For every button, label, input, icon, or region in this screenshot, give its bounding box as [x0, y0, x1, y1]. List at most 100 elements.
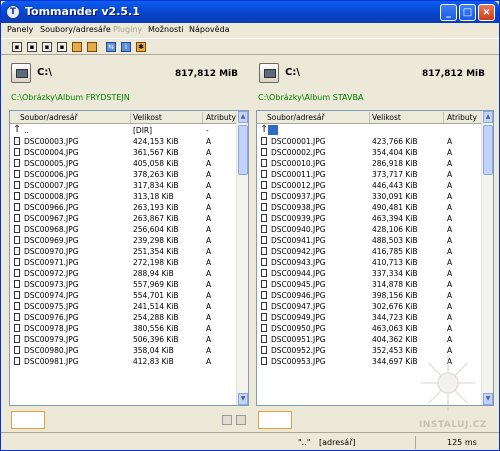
- table-row[interactable]: DSC00950.JPG 463,063 KiB A: [257, 323, 481, 334]
- settings-icon[interactable]: ✱: [136, 42, 146, 52]
- table-row[interactable]: DSC00969.JPG 239,298 KiB A: [10, 235, 236, 246]
- left-scrollbar[interactable]: ▲ ▼: [236, 111, 248, 405]
- table-row[interactable]: DSC00001.JPG 423,766 KiB A: [257, 136, 481, 147]
- table-row[interactable]: DSC00941.JPG 488,503 KiB A: [257, 235, 481, 246]
- table-row[interactable]: DSC00008.JPG 313,18 KiB A: [10, 191, 236, 202]
- right-col-name[interactable]: Soubor/adresář: [267, 113, 325, 122]
- file-name: DSC00949.JPG: [271, 313, 326, 322]
- close-button[interactable]: ×: [478, 4, 495, 21]
- menu-soubory[interactable]: Soubory/adresáře: [40, 25, 111, 34]
- table-row[interactable]: DSC00006.JPG 378,263 KiB A: [10, 169, 236, 180]
- table-row[interactable]: DSC00007.JPG 317,834 KiB A: [10, 180, 236, 191]
- save-icon[interactable]: ▪: [12, 42, 22, 52]
- table-row[interactable]: DSC00973.JPG 557,969 KiB A: [10, 279, 236, 290]
- table-row[interactable]: DSC00937.JPG 330,091 KiB A: [257, 191, 481, 202]
- file-attr: A: [447, 313, 453, 322]
- table-row[interactable]: DSC00979.JPG 506,396 KiB A: [10, 334, 236, 345]
- folder-icon[interactable]: [72, 42, 82, 52]
- table-row[interactable]: DSC00975.JPG 241,514 KiB A: [10, 301, 236, 312]
- right-command-input[interactable]: [258, 411, 292, 429]
- table-row[interactable]: DSC00944.JPG 337,334 KiB A: [257, 268, 481, 279]
- left-col-attr[interactable]: Atributy: [206, 113, 236, 122]
- folder-icon[interactable]: [87, 42, 97, 52]
- right-path: C:\Obrázky\Album STAVBA: [258, 93, 364, 102]
- left-scroll-thumb[interactable]: [238, 125, 248, 175]
- table-row[interactable]: ↑: [257, 125, 481, 136]
- left-col-name[interactable]: Soubor/adresář: [20, 113, 78, 122]
- table-row[interactable]: DSC00942.JPG 416,785 KiB A: [257, 246, 481, 257]
- table-row[interactable]: DSC00981.JPG 412,83 KiB A: [10, 356, 236, 367]
- menu-moznosti[interactable]: Možnosti: [148, 25, 184, 34]
- column-separator[interactable]: [130, 112, 131, 123]
- table-row[interactable]: DSC00966.JPG 263,193 KiB A: [10, 202, 236, 213]
- table-row[interactable]: DSC00951.JPG 404,362 KiB A: [257, 334, 481, 345]
- table-row[interactable]: DSC00002.JPG 354,404 KiB A: [257, 147, 481, 158]
- right-drive-button[interactable]: [259, 63, 279, 83]
- table-row[interactable]: ↑.. [DIR] -: [10, 125, 236, 136]
- menu-bar: Panely Soubory/adresáře Pluginy Možnosti…: [1, 23, 499, 37]
- file-name: DSC00967.JPG: [24, 214, 79, 223]
- file-name: DSC00971.JPG: [24, 258, 79, 267]
- table-row[interactable]: DSC00012.JPG 446,443 KiB A: [257, 180, 481, 191]
- file-attr: A: [206, 280, 212, 289]
- table-row[interactable]: DSC00938.JPG 490,481 KiB A: [257, 202, 481, 213]
- table-row[interactable]: DSC00943.JPG 410,713 KiB A: [257, 257, 481, 268]
- column-separator[interactable]: [202, 112, 203, 123]
- left-col-size[interactable]: Velikost: [133, 113, 162, 122]
- table-row[interactable]: DSC00004.JPG 361,567 KiB A: [10, 147, 236, 158]
- table-row[interactable]: DSC00967.JPG 263,867 KiB A: [10, 213, 236, 224]
- file-icon: [14, 335, 20, 343]
- file-size: 424,153 KiB: [133, 137, 179, 146]
- right-scroll-thumb[interactable]: [483, 125, 493, 175]
- left-command-input[interactable]: [11, 411, 45, 429]
- menu-napoveda[interactable]: Nápověda: [189, 25, 230, 34]
- info-icon[interactable]: i: [121, 42, 131, 52]
- table-row[interactable]: DSC00976.JPG 254,288 KiB A: [10, 312, 236, 323]
- table-row[interactable]: DSC00970.JPG 251,354 KiB A: [10, 246, 236, 257]
- save-icon[interactable]: ▪: [57, 42, 67, 52]
- table-row[interactable]: DSC00003.JPG 424,153 KiB A: [10, 136, 236, 147]
- right-col-size[interactable]: Velikost: [372, 113, 401, 122]
- delete-icon[interactable]: [236, 415, 246, 425]
- table-row[interactable]: DSC00939.JPG 463,394 KiB A: [257, 213, 481, 224]
- table-row[interactable]: DSC00980.JPG 358,04 KiB A: [10, 345, 236, 356]
- table-row[interactable]: DSC00011.JPG 373,717 KiB A: [257, 169, 481, 180]
- table-row[interactable]: DSC00945.JPG 314,878 KiB A: [257, 279, 481, 290]
- file-icon: [14, 280, 20, 288]
- save-icon[interactable]: ▪: [27, 42, 37, 52]
- table-row[interactable]: DSC00947.JPG 302,676 KiB A: [257, 301, 481, 312]
- hdd-icon: [16, 69, 28, 78]
- file-name: DSC00005.JPG: [24, 159, 79, 168]
- left-drive-button[interactable]: [11, 63, 31, 83]
- file-icon: [261, 258, 267, 266]
- file-attr: A: [447, 280, 453, 289]
- table-row[interactable]: DSC00005.JPG 405,058 KiB A: [10, 158, 236, 169]
- maximize-button[interactable]: □: [459, 4, 476, 21]
- right-col-attr[interactable]: Atributy: [447, 113, 477, 122]
- title-bar[interactable]: T Tommander v2.5.1 _ □ ×: [1, 1, 499, 23]
- menu-panely[interactable]: Panely: [7, 25, 33, 34]
- right-free-space: 817,812 MiB: [421, 69, 485, 79]
- save-icon[interactable]: ▪: [42, 42, 52, 52]
- scroll-down-arrow[interactable]: ▼: [238, 393, 248, 405]
- table-row[interactable]: DSC00971.JPG 272,198 KiB A: [10, 257, 236, 268]
- status-bar: ".." [adresář] 125 ms: [1, 432, 499, 450]
- copy-icon[interactable]: ⇆: [106, 42, 116, 52]
- table-row[interactable]: DSC00974.JPG 554,701 KiB A: [10, 290, 236, 301]
- copy-icon[interactable]: [222, 415, 232, 425]
- column-separator[interactable]: [369, 112, 370, 123]
- left-file-list[interactable]: Soubor/adresář Velikost Atributy ↑.. [DIR…: [9, 110, 249, 406]
- table-row[interactable]: DSC00010.JPG 286,918 KiB A: [257, 158, 481, 169]
- table-row[interactable]: DSC00978.JPG 380,556 KiB A: [10, 323, 236, 334]
- table-row[interactable]: DSC00968.JPG 256,604 KiB A: [10, 224, 236, 235]
- minimize-button[interactable]: _: [440, 4, 457, 21]
- menu-pluginy[interactable]: Pluginy: [113, 25, 142, 34]
- scroll-up-arrow[interactable]: ▲: [238, 111, 248, 123]
- file-attr: A: [447, 181, 453, 190]
- table-row[interactable]: DSC00940.JPG 428,106 KiB A: [257, 224, 481, 235]
- table-row[interactable]: DSC00949.JPG 344,723 KiB A: [257, 312, 481, 323]
- column-separator[interactable]: [443, 112, 444, 123]
- table-row[interactable]: DSC00946.JPG 398,156 KiB A: [257, 290, 481, 301]
- scroll-up-arrow[interactable]: ▲: [483, 111, 493, 123]
- table-row[interactable]: DSC00972.JPG 288,94 KiB A: [10, 268, 236, 279]
